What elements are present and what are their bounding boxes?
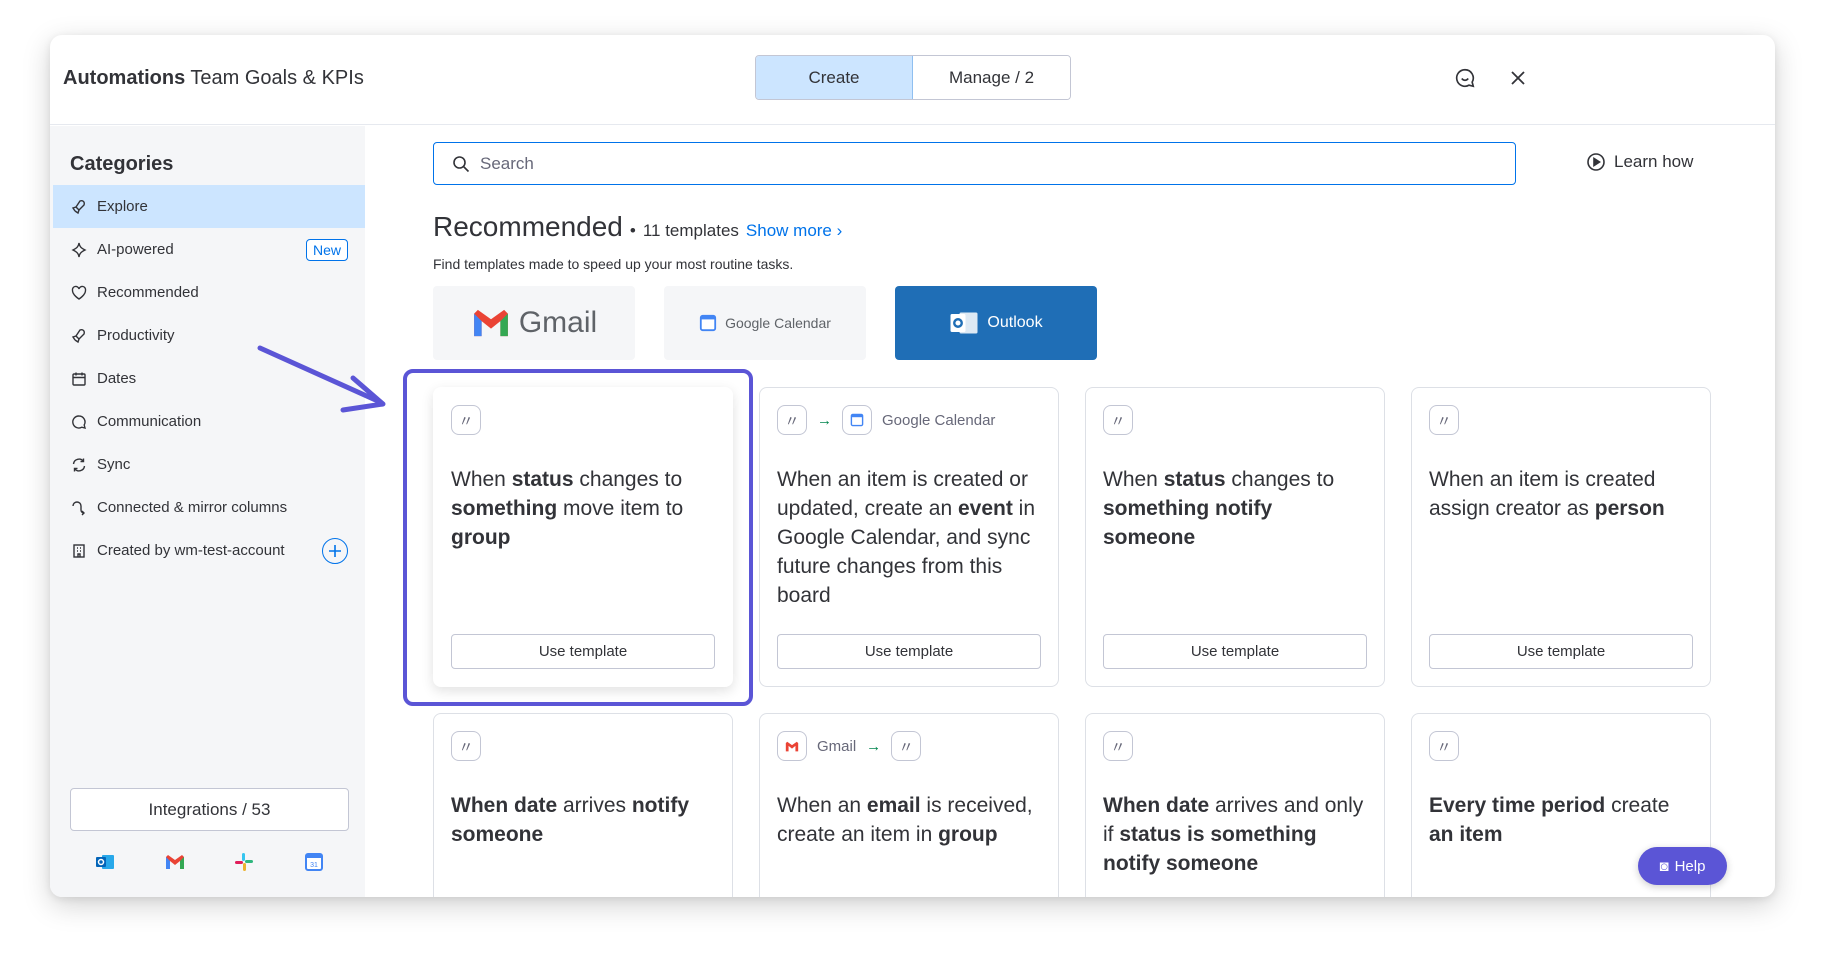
sidebar-item-explore[interactable]: Explore [53, 185, 365, 228]
integrations-button[interactable]: Integrations / 53 [70, 788, 349, 831]
template-card[interactable]: 〃 When status changes to something notif… [1085, 387, 1385, 687]
gmail-icon[interactable] [163, 850, 187, 874]
chat-icon [70, 413, 88, 431]
app-tab-google-calendar[interactable]: Google Calendar [664, 286, 866, 360]
gmail-icon [473, 309, 508, 337]
template-card[interactable]: 〃 When status changes to something move … [433, 387, 733, 687]
arrow-right-icon: → [817, 411, 832, 429]
sidebar-item-label: Recommended [97, 284, 199, 301]
integration-apps: 31 [70, 850, 349, 874]
monday-logo-icon: 〃 [1429, 731, 1459, 761]
rocket-icon [70, 198, 88, 216]
close-icon[interactable] [1505, 65, 1531, 91]
categories-heading: Categories [70, 153, 174, 175]
help-button[interactable]: ◙ Help [1638, 847, 1727, 885]
rocket-icon [70, 327, 88, 345]
use-template-button[interactable]: Use template [1429, 634, 1693, 669]
use-template-button[interactable]: Use template [777, 634, 1041, 669]
template-card[interactable]: 〃 When date arrives and only if status i… [1085, 713, 1385, 897]
new-badge: New [305, 239, 348, 261]
search-bar [433, 142, 1516, 185]
template-card[interactable]: Gmail → 〃 When an email is received, creat… [759, 713, 1059, 897]
slack-icon[interactable] [232, 850, 256, 874]
heart-icon [70, 284, 88, 302]
play-icon [1587, 153, 1605, 171]
sidebar-item-sync[interactable]: Sync [53, 443, 365, 486]
connect-icon [70, 499, 88, 517]
svg-text:31: 31 [310, 862, 318, 869]
add-category-button[interactable] [322, 538, 348, 564]
sparkle-icon [70, 241, 88, 259]
view-toggle: Create Manage / 2 [755, 55, 1071, 100]
template-card[interactable]: 〃 When date arrives notify someone [433, 713, 733, 897]
use-template-button[interactable]: Use template [451, 634, 715, 669]
monday-logo-icon: 〃 [1103, 731, 1133, 761]
sidebar-item-connected-mirror[interactable]: Connected & mirror columns [53, 486, 365, 529]
categories-sidebar: Categories Explore AI-powered New Recomm… [50, 126, 365, 897]
recommended-title: Recommended [433, 211, 623, 242]
template-description: When status changes to something notify … [1103, 468, 1335, 549]
use-template-button[interactable]: Use template [1103, 634, 1367, 669]
google-calendar-icon [842, 405, 872, 435]
monday-logo-icon: 〃 [451, 405, 481, 435]
template-count: 11 templates [642, 221, 739, 240]
monday-logo-icon: 〃 [1103, 405, 1133, 435]
monday-logo-icon: 〃 [891, 731, 922, 761]
monday-logo-icon: 〃 [451, 731, 481, 761]
feedback-icon[interactable] [1452, 65, 1478, 91]
template-description: When status changes to something move it… [451, 468, 684, 549]
outlook-icon [950, 312, 978, 334]
outlook-icon[interactable] [93, 850, 117, 874]
sidebar-item-label: Productivity [97, 327, 175, 344]
app-tab-gmail[interactable]: Gmail [433, 286, 635, 360]
modal-header: Automations Team Goals & KPIs Create Man… [50, 35, 1775, 125]
template-description: When date arrives notify someone [451, 794, 690, 846]
tab-create[interactable]: Create [756, 56, 913, 99]
template-description: When an item is created assign creator a… [1429, 468, 1665, 520]
building-icon [70, 542, 88, 560]
sidebar-item-label: Dates [97, 370, 137, 387]
google-calendar-icon [699, 314, 717, 332]
recommended-header: Recommended • 11 templates Show more › [433, 211, 843, 242]
search-input[interactable] [480, 153, 1380, 174]
sidebar-item-label: Created by wm-test-account [97, 542, 285, 559]
modal-title: Automations Team Goals & KPIs [63, 67, 364, 89]
sidebar-item-ai-powered[interactable]: AI-powered New [53, 228, 365, 271]
monday-logo-icon: 〃 [777, 405, 807, 435]
recommended-subtitle: Find templates made to speed up your mos… [433, 256, 794, 272]
google-calendar-icon[interactable]: 31 [302, 850, 326, 874]
tab-manage[interactable]: Manage / 2 [913, 56, 1070, 99]
help-icon: ◙ [1659, 857, 1669, 875]
show-more-link[interactable]: Show more › [746, 221, 842, 241]
calendar-icon [70, 370, 88, 388]
sidebar-item-label: Explore [97, 198, 148, 215]
automations-modal: Automations Team Goals & KPIs Create Man… [50, 35, 1775, 897]
sidebar-item-label: AI-powered [97, 241, 174, 258]
template-description: Every time period create an item [1429, 794, 1670, 846]
sidebar-item-label: Connected & mirror columns [97, 499, 288, 516]
template-description: When date arrives and only if status is … [1103, 794, 1364, 875]
monday-logo-icon: 〃 [1429, 405, 1459, 435]
template-card[interactable]: 〃 When an item is created assign creator… [1411, 387, 1711, 687]
gmail-icon [777, 731, 807, 761]
sidebar-item-label: Sync [97, 456, 131, 473]
sync-icon [70, 456, 88, 474]
annotation-arrow-icon [257, 345, 386, 413]
sidebar-item-label: Communication [97, 413, 202, 430]
arrow-right-icon: → [866, 737, 882, 755]
template-card[interactable]: 〃 → Google Calendar When an item is create… [759, 387, 1059, 687]
template-description: When an email is received, create an ite… [777, 794, 1033, 846]
template-description: When an item is created or updated, crea… [777, 468, 1036, 607]
sidebar-item-recommended[interactable]: Recommended [53, 271, 365, 314]
search-icon [453, 155, 470, 172]
sidebar-item-created-by[interactable]: Created by wm-test-account [53, 529, 365, 572]
app-tab-outlook[interactable]: Outlook [895, 286, 1097, 360]
learn-how-button[interactable]: Learn how [1586, 152, 1693, 172]
